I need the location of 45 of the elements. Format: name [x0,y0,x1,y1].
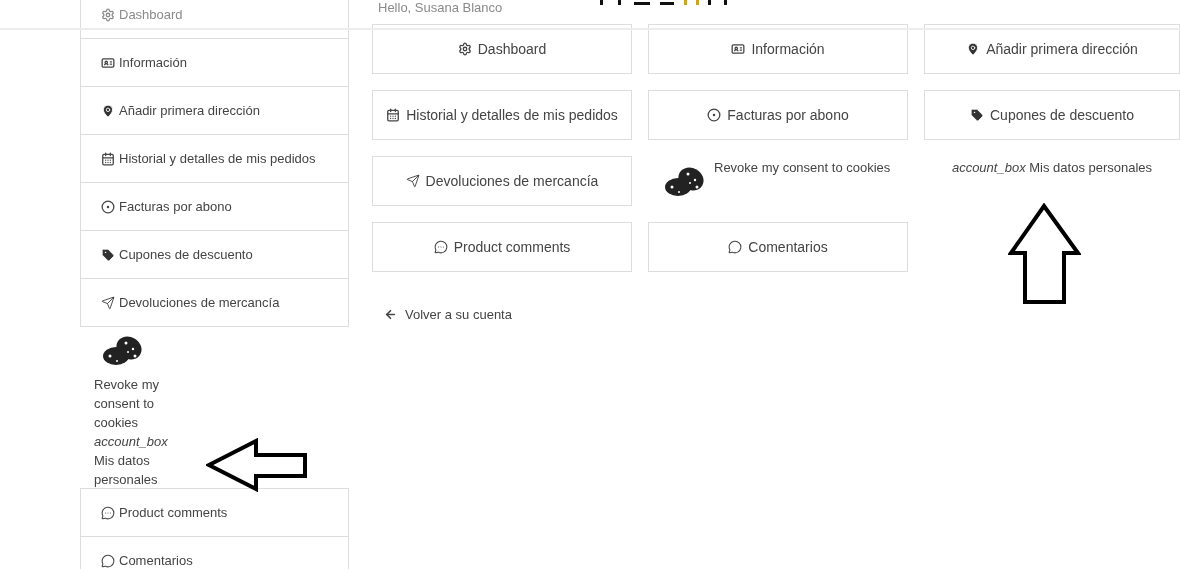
account-card[interactable]: Añadir primera dirección [924,24,1180,74]
paper-plane-icon [405,174,420,188]
sidebar-item[interactable]: Añadir primera dirección [80,86,349,135]
calendar-icon [101,151,115,166]
logo-icon [600,0,728,6]
account-card[interactable]: Historial y detalles de mis pedidos [372,90,632,140]
speech-bubble-icon [433,240,448,254]
map-pin-icon [101,103,115,118]
account-card[interactable]: Product comments [372,222,632,272]
greeting-text: Hello, Susana Blanco [378,0,503,15]
sidebar-item[interactable]: Facturas por abono [80,182,349,231]
sidebar-item[interactable]: Historial y detalles de mis pedidos [80,134,349,183]
account-card[interactable]: Devoluciones de mercancía [372,156,632,206]
account-card[interactable]: Cupones de descuento [924,90,1180,140]
settings-icon [457,42,472,56]
cookie-icon [102,335,144,367]
paper-plane-icon [101,295,115,310]
cookie-icon [664,166,706,198]
sidebar-link[interactable]: account_box Mis datos personales [94,432,174,489]
sidebar-item[interactable]: Información [80,38,349,87]
id-card-icon [731,42,746,56]
account-card[interactable]: Información [648,24,908,74]
id-card-icon [101,55,115,70]
arrow-left-icon [384,308,397,322]
sidebar-item[interactable]: Product comments [80,488,349,537]
tag-icon [101,247,115,262]
account-link[interactable]: Revoke my consent to cookies [714,158,891,178]
sidebar-item[interactable]: Cupones de descuento [80,230,349,279]
circle-dot-icon [707,108,722,122]
map-pin-icon [966,42,981,56]
account-card[interactable]: Comentarios [648,222,908,272]
calendar-icon [386,108,401,122]
sidebar-item[interactable]: Devoluciones de mercancía [80,278,349,327]
tag-icon [970,108,984,122]
speech-bubble-icon [101,553,115,568]
account-card[interactable]: Dashboard [372,24,632,74]
settings-icon [101,7,115,22]
sidebar-item[interactable]: Comentarios [80,536,349,569]
sidebar-item[interactable]: Dashboard [80,0,349,39]
speech-bubble-icon [101,505,115,520]
speech-bubble-icon [728,240,743,254]
back-link[interactable]: Volver a su cuenta [384,305,512,325]
account-card[interactable]: Facturas por abono [648,90,908,140]
account-link[interactable]: account_box Mis datos personales [951,158,1153,178]
circle-dot-icon [101,199,115,214]
